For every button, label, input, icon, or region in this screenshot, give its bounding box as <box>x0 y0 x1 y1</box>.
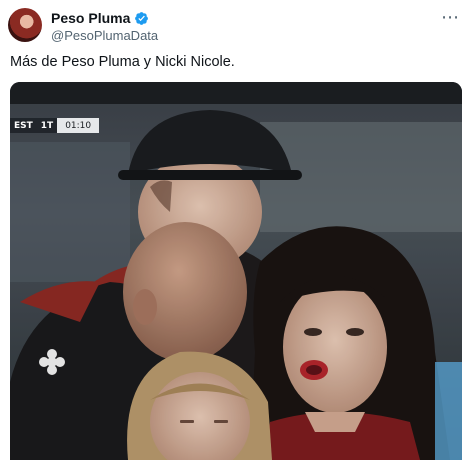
more-horizontal-icon[interactable]: ⋯ <box>441 8 460 26</box>
author-handle[interactable]: @PesoPlumaData <box>51 28 158 43</box>
author-name-row: Peso Pluma <box>51 10 149 26</box>
tweet-card: Peso Pluma @PesoPlumaData ⋯ Más de Peso … <box>0 0 474 460</box>
verified-badge-icon <box>135 11 149 25</box>
tweet-video[interactable]: EST 1T 01:10 <box>10 82 462 460</box>
scorebug-period: 1T <box>36 118 58 133</box>
scorebug-team: EST <box>10 118 37 133</box>
author-display-name[interactable]: Peso Pluma <box>51 10 130 26</box>
video-frame <box>10 82 462 460</box>
avatar[interactable] <box>8 8 42 42</box>
scorebug: EST 1T 01:10 <box>10 118 100 133</box>
scorebug-time: 01:10 <box>57 118 100 133</box>
tweet-text: Más de Peso Pluma y Nicki Nicole. <box>10 54 235 70</box>
